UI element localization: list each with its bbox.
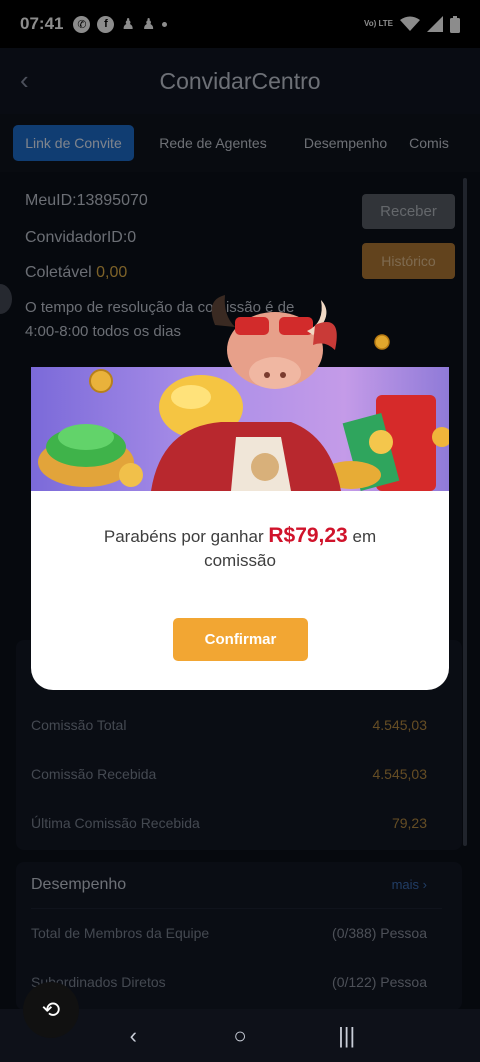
reward-message-suffix: em — [352, 527, 377, 546]
reward-message-line2: comissão — [204, 551, 276, 570]
reward-message-prefix: Parabéns por ganhar — [103, 527, 264, 546]
modal-body: Parabéns por ganhar R$79,23 em comissão … — [31, 491, 449, 690]
nav-back-icon[interactable]: ‹ — [118, 1023, 148, 1049]
nav-recents-icon[interactable]: ||| — [332, 1023, 362, 1049]
nav-home-icon[interactable]: ○ — [225, 1023, 255, 1049]
reward-amount: R$79,23 — [268, 524, 348, 547]
rotate-screen-icon[interactable]: ⟲ — [23, 982, 79, 1038]
confirm-button[interactable]: Confirmar — [173, 618, 308, 661]
reward-modal: Parabéns por ganhar R$79,23 em comissão … — [31, 367, 449, 690]
reward-message: Parabéns por ganhar R$79,23 em comissão — [31, 524, 449, 573]
mascot-head — [211, 295, 337, 389]
